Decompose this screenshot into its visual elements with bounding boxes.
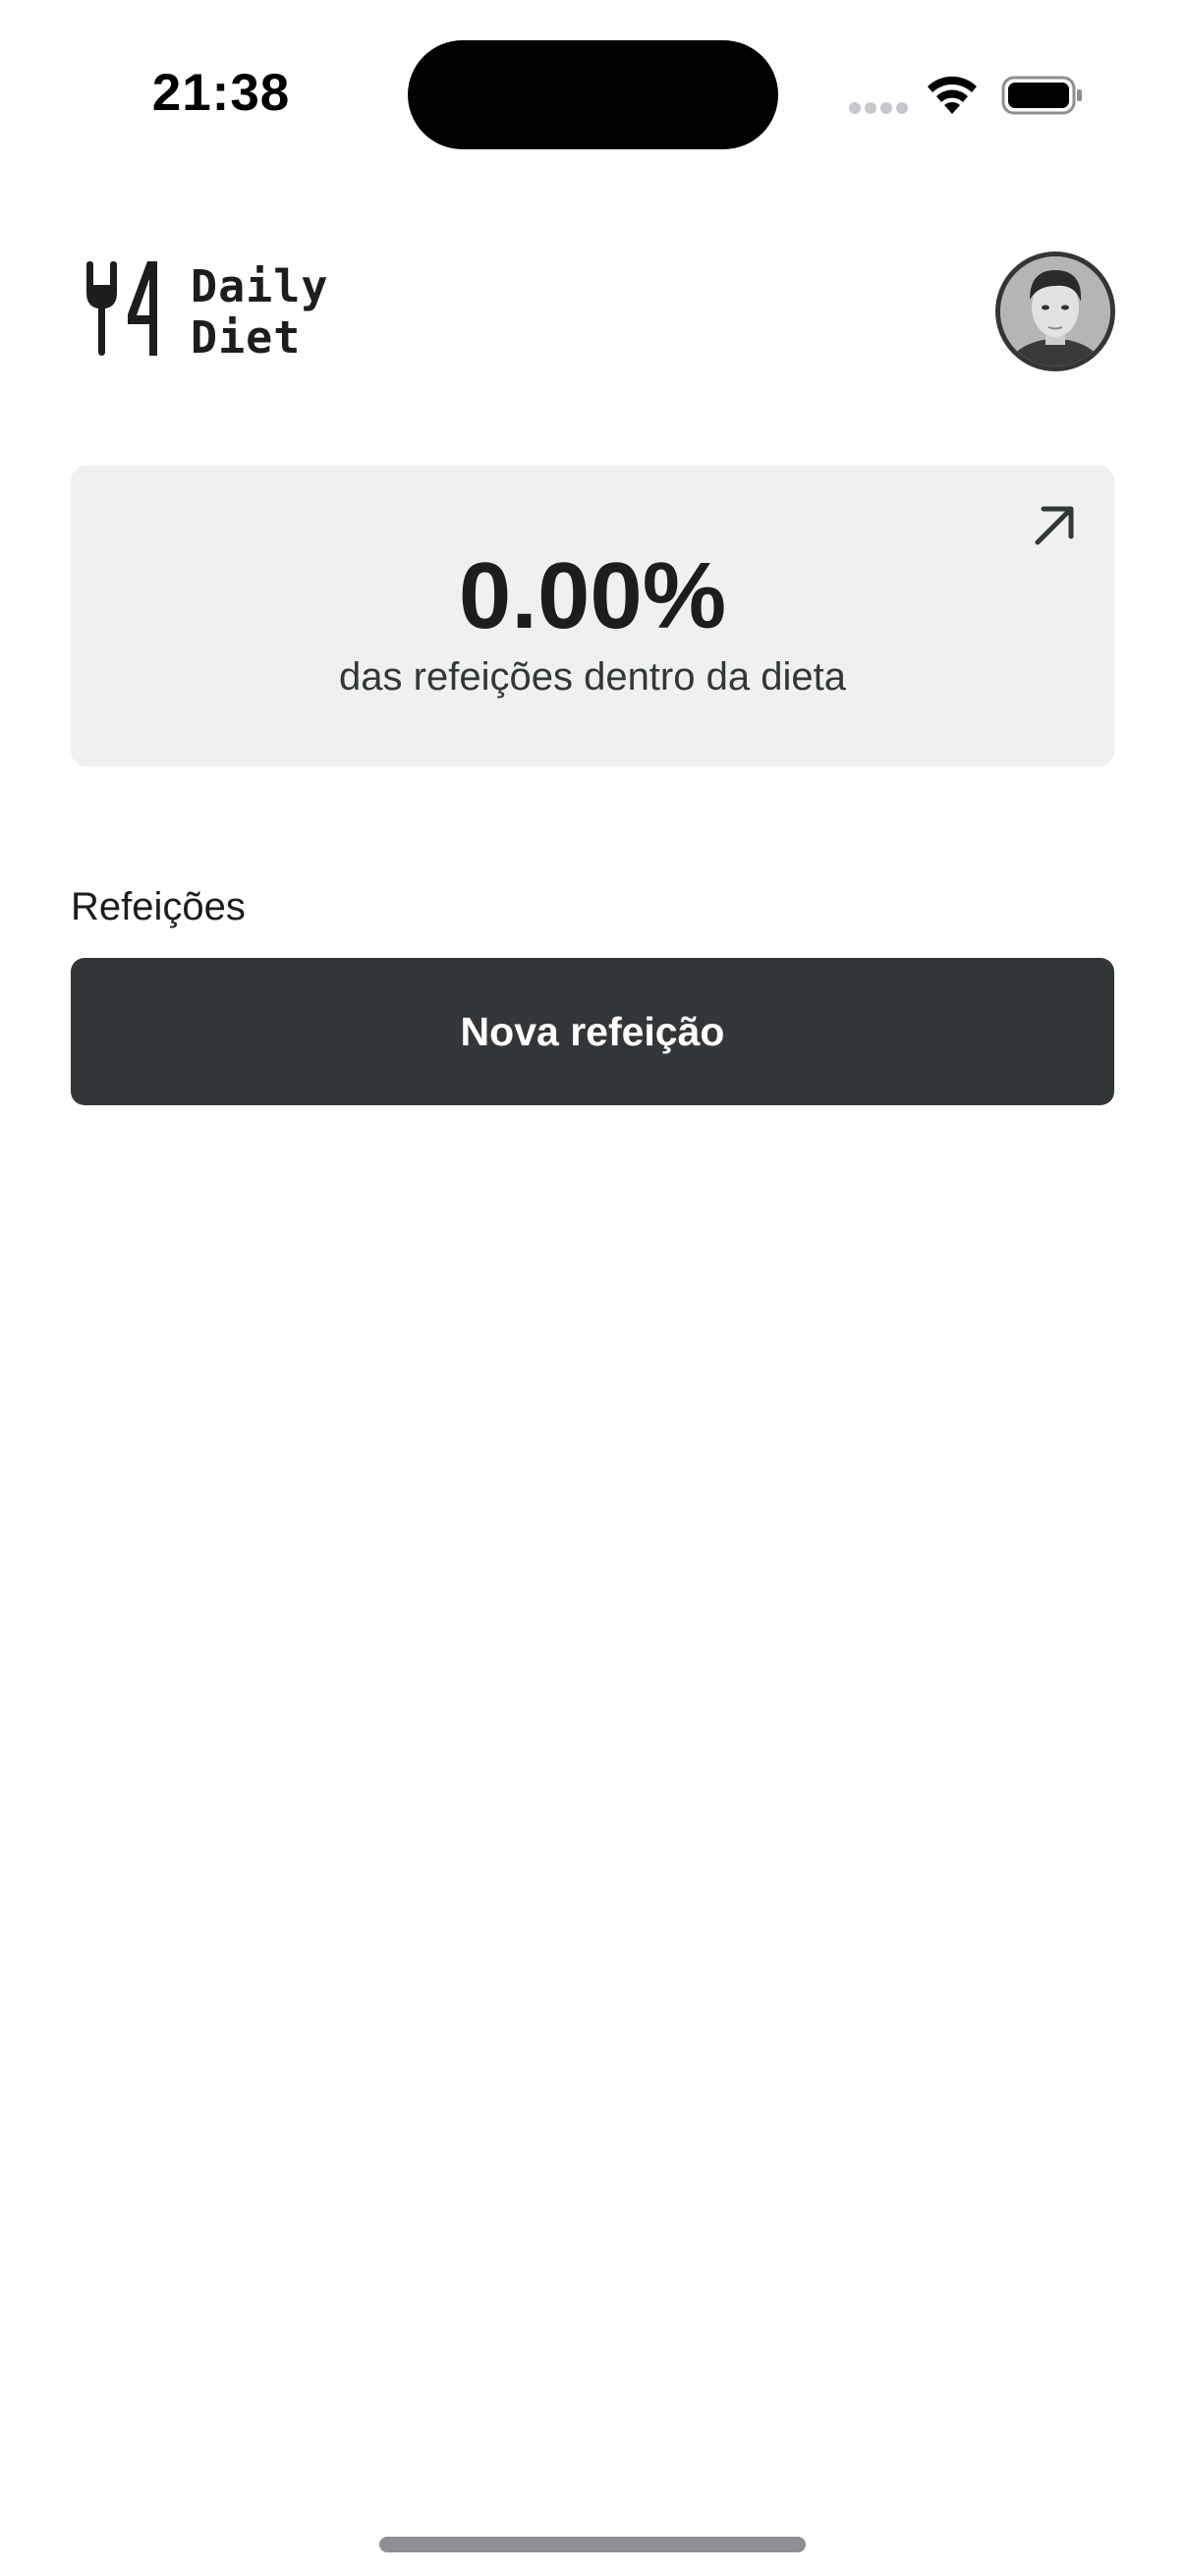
cellular-signal-icon — [849, 102, 908, 116]
diet-percentage-caption: das refeições dentro da dieta — [339, 655, 846, 699]
diet-stats-card[interactable]: 0.00% das refeições dentro da dieta — [71, 466, 1114, 766]
diet-percentage: 0.00% — [458, 543, 727, 648]
logo-text-line1: Daily — [191, 260, 329, 312]
home-indicator[interactable] — [379, 2537, 806, 2552]
wifi-icon — [928, 76, 977, 114]
new-meal-button[interactable]: Nova refeição — [71, 958, 1114, 1105]
meals-section-title: Refeições — [71, 885, 246, 928]
app-logo: Daily Diet — [85, 261, 327, 364]
fork-knife-icon — [86, 261, 157, 356]
status-bar: 21:38 — [0, 0, 1185, 187]
dynamic-island — [408, 40, 778, 149]
logo-text: Daily Diet — [191, 261, 328, 364]
logo-text-line2: Diet — [191, 311, 302, 364]
battery-icon — [1001, 76, 1082, 115]
status-time: 21:38 — [151, 64, 291, 122]
home-screen: 21:38 Daily Diet 0.00% das refeições den… — [0, 0, 1185, 2576]
user-avatar[interactable] — [995, 252, 1115, 371]
avatar-portrait — [1000, 256, 1110, 366]
